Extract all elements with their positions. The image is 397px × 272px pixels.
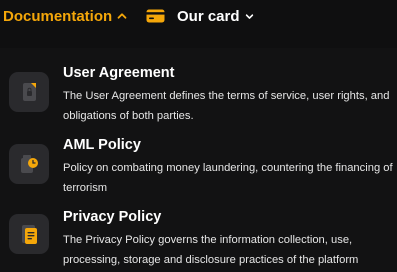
menu-item-aml-policy[interactable]: AML Policy Policy on combating money lau… bbox=[0, 120, 397, 194]
menu-item-title: User Agreement bbox=[63, 65, 175, 81]
menu-item-icon-tile bbox=[9, 144, 49, 184]
documentation-dropdown: User Agreement The User Agreement define… bbox=[0, 48, 397, 272]
document-lock-icon bbox=[23, 83, 36, 101]
nav-our-card-label: Our card bbox=[177, 7, 240, 25]
document-clock-icon bbox=[21, 155, 38, 173]
menu-item-icon-tile bbox=[9, 214, 49, 254]
top-navigation: Documentation Our card bbox=[0, 0, 397, 40]
chevron-up-icon bbox=[117, 13, 127, 19]
menu-item-title: AML Policy bbox=[63, 137, 141, 153]
nav-documentation-label: Documentation bbox=[3, 7, 113, 25]
nav-documentation[interactable]: Documentation bbox=[3, 6, 127, 26]
menu-item-privacy-policy[interactable]: Privacy Policy The Privacy Policy govern… bbox=[0, 192, 397, 272]
menu-item-icon-tile bbox=[9, 72, 49, 112]
menu-item-title: Privacy Policy bbox=[63, 209, 162, 225]
nav-our-card[interactable]: Our card bbox=[146, 6, 254, 26]
chevron-down-icon bbox=[245, 13, 253, 19]
credit-card-icon bbox=[146, 9, 165, 23]
privacy-document-icon bbox=[22, 225, 37, 244]
menu-item-description: The Privacy Policy governs the informati… bbox=[63, 234, 359, 266]
menu-item-user-agreement[interactable]: User Agreement The User Agreement define… bbox=[0, 48, 397, 122]
